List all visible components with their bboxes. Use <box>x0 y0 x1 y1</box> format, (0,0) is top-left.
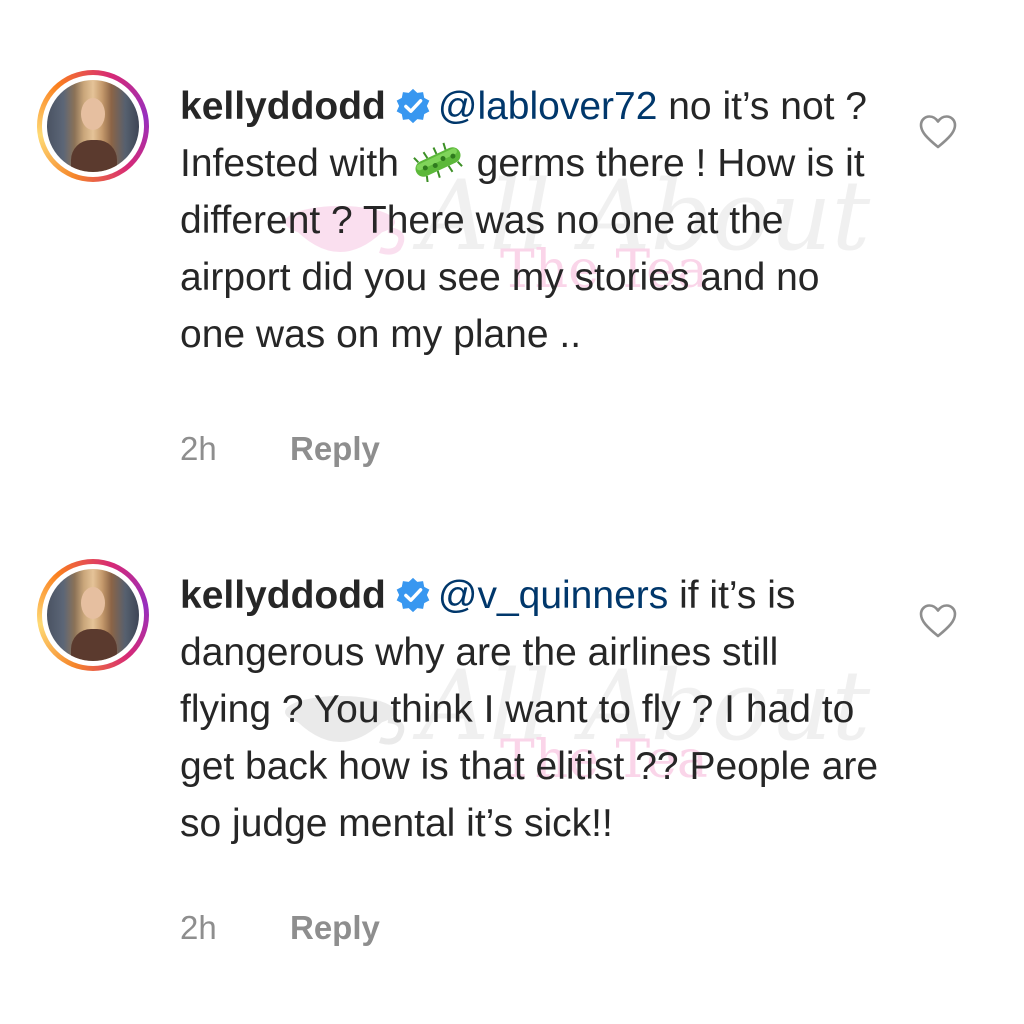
comment-meta: 2h Reply <box>180 909 380 947</box>
comment-text: kellyddodd @v_quinners if it’s is danger… <box>180 567 880 852</box>
verified-badge-icon <box>396 577 430 613</box>
comment-meta: 2h Reply <box>180 430 380 468</box>
comment-username[interactable]: kellyddodd <box>180 85 386 128</box>
verified-badge-icon <box>396 88 430 124</box>
microbe-emoji-icon <box>413 142 463 182</box>
comment-timestamp: 2h <box>180 909 217 946</box>
heart-outline-icon[interactable] <box>918 114 958 150</box>
comment-text: kellyddodd @lablover72 no it’s not ? Inf… <box>180 78 880 363</box>
comment-mention-link[interactable]: @lablover72 <box>438 85 658 128</box>
avatar-photo <box>47 569 139 661</box>
reply-button[interactable]: Reply <box>290 909 380 946</box>
comment-mention-link[interactable]: @v_quinners <box>438 574 668 617</box>
comment-timestamp: 2h <box>180 430 217 467</box>
heart-outline-icon[interactable] <box>918 603 958 639</box>
avatar-photo <box>47 80 139 172</box>
avatar[interactable] <box>37 70 149 182</box>
comment-username[interactable]: kellyddodd <box>180 574 386 617</box>
reply-button[interactable]: Reply <box>290 430 380 467</box>
avatar[interactable] <box>37 559 149 671</box>
